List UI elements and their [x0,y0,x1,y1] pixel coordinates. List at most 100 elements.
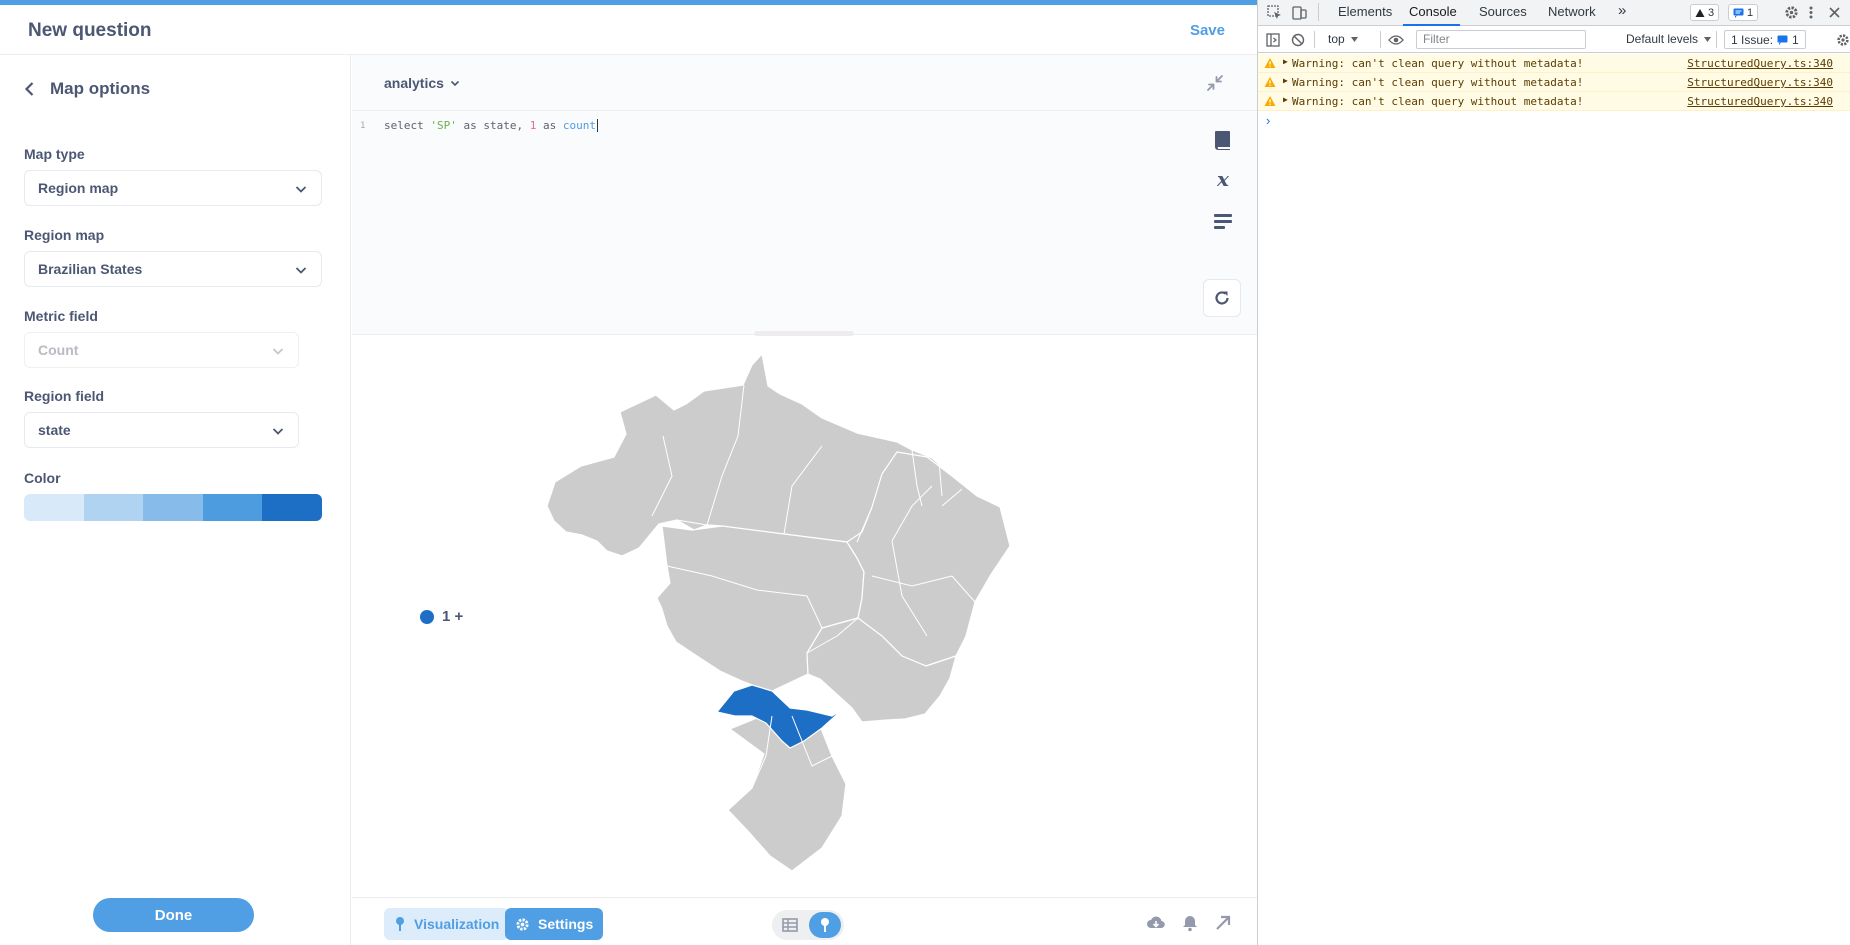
pin-icon [821,918,829,932]
table-icon[interactable] [782,918,798,932]
collapse-icon[interactable] [1205,73,1225,93]
device-toolbar-icon[interactable] [1292,5,1307,20]
expand-triangle-icon[interactable]: ▶ [1283,76,1288,85]
table-map-toggle[interactable] [772,910,844,940]
gear-icon [516,917,529,931]
line-number: 1 [360,121,366,131]
data-reference-book-icon[interactable] [1211,128,1235,152]
sidebar-toggle-icon[interactable] [1266,33,1280,47]
variables-icon[interactable]: x [1211,167,1235,191]
console-message-warning[interactable]: ▶ Warning: can't clean query without met… [1258,54,1850,73]
gear-icon[interactable] [1784,5,1799,20]
chevron-down-icon [272,348,284,355]
color-label: Color [24,470,61,486]
info-count: 1 [1747,6,1754,19]
eye-icon[interactable] [1388,34,1404,46]
region-map-value: Brazilian States [38,261,143,277]
bell-icon[interactable] [1180,913,1200,933]
page-title: New question [28,20,152,41]
sql-code[interactable]: select 'SP' as state, 1 as count [384,119,598,132]
run-query-button[interactable] [1203,279,1241,317]
issues-count: 1 [1792,32,1799,47]
console-message-warning[interactable]: ▶ Warning: can't clean query without met… [1258,92,1850,111]
save-button[interactable]: Save [1190,22,1225,39]
download-icon[interactable] [1146,913,1166,933]
region-field-select[interactable]: state [24,412,299,448]
query-footer: Visualization Settings [352,897,1257,945]
sidebar-title: Map options [50,79,151,98]
map-type-select[interactable]: Region map [24,170,322,206]
more-options-icon[interactable] [1807,5,1815,20]
share-arrow-icon[interactable] [1213,913,1233,933]
svg-text:x: x [1216,167,1230,191]
tab-network[interactable]: Network [1548,4,1596,19]
metabase-app: New question Save Map options Map type R… [0,0,1257,945]
info-badge[interactable]: 1 [1728,4,1759,21]
settings-label: Settings [538,916,594,932]
more-tabs-icon[interactable]: » [1618,2,1626,19]
context-value: top [1328,32,1345,46]
chevron-down-icon [295,186,307,193]
close-icon[interactable] [1828,6,1841,19]
context-selector[interactable]: top [1328,32,1358,46]
message-text: Warning: can't clean query without metad… [1292,95,1584,108]
refresh-icon [1215,291,1229,305]
tab-divider [1318,3,1319,21]
color-swatch-3 [143,494,203,521]
editor-divider [352,110,1257,111]
database-name: analytics [384,75,444,91]
color-swatch-5 [262,494,322,521]
back-to-map-options-button[interactable]: Map options [22,79,150,99]
visualization-label: Visualization [414,916,500,932]
color-swatch-1 [24,494,84,521]
done-button[interactable]: Done [93,898,254,932]
issues-label: 1 Issue: [1731,32,1774,47]
caret-down-icon [1350,36,1358,42]
log-levels-value: Default levels [1626,32,1699,46]
console-settings-gear-icon[interactable] [1836,33,1850,47]
region-map-label: Region map [24,227,105,243]
toolbar-divider [1380,31,1381,48]
database-picker[interactable]: analytics [384,75,460,91]
filter-input[interactable]: Filter [1416,30,1586,49]
native-query-editor: analytics 1 select 'SP' as state, 1 as c… [352,55,1257,336]
tab-sources[interactable]: Sources [1479,4,1527,19]
message-text: Warning: can't clean query without metad… [1292,57,1584,70]
inspect-element-icon[interactable] [1267,5,1282,20]
app-header: New question Save [0,5,1257,55]
message-source-link[interactable]: StructuredQuery.ts:340 [1687,57,1833,70]
message-text: Warning: can't clean query without metad… [1292,76,1584,89]
tab-elements[interactable]: Elements [1338,4,1392,19]
snippets-icon[interactable] [1211,209,1235,233]
devtools-panel: Elements Console Sources Network » 3 1 t… [1257,0,1850,945]
toolbar-divider [1314,31,1315,48]
expand-triangle-icon[interactable]: ▶ [1283,95,1288,104]
message-source-link[interactable]: StructuredQuery.ts:340 [1687,76,1833,89]
visualization-button[interactable]: Visualization [384,908,510,940]
metric-field-label: Metric field [24,308,98,324]
chevron-down-icon [272,428,284,435]
color-range-picker[interactable] [24,494,322,521]
region-map [546,353,1011,872]
region-field-label: Region field [24,388,105,404]
chevron-down-icon [450,80,460,87]
settings-button[interactable]: Settings [505,908,604,940]
warning-icon [1264,77,1276,87]
map-view-toggle[interactable] [809,912,841,938]
code-line[interactable]: 1 select 'SP' as state, 1 as count [352,119,1152,135]
warning-icon [1264,58,1276,68]
issues-button[interactable]: 1 Issue: 1 [1724,30,1806,49]
console-message-warning[interactable]: ▶ Warning: can't clean query without met… [1258,73,1850,92]
active-tab-indicator [1403,24,1460,26]
message-source-link[interactable]: StructuredQuery.ts:340 [1687,95,1833,108]
sql-token: as [536,119,563,132]
log-levels-dropdown[interactable]: Default levels [1626,32,1712,46]
map-type-label: Map type [24,146,85,162]
console-prompt[interactable]: › [1266,113,1270,128]
expand-triangle-icon[interactable]: ▶ [1283,57,1288,66]
region-map-select[interactable]: Brazilian States [24,251,322,287]
warnings-badge[interactable]: 3 [1690,4,1720,21]
sql-token: as state, [456,119,530,132]
clear-console-icon[interactable] [1291,33,1305,47]
tab-console[interactable]: Console [1409,4,1457,19]
